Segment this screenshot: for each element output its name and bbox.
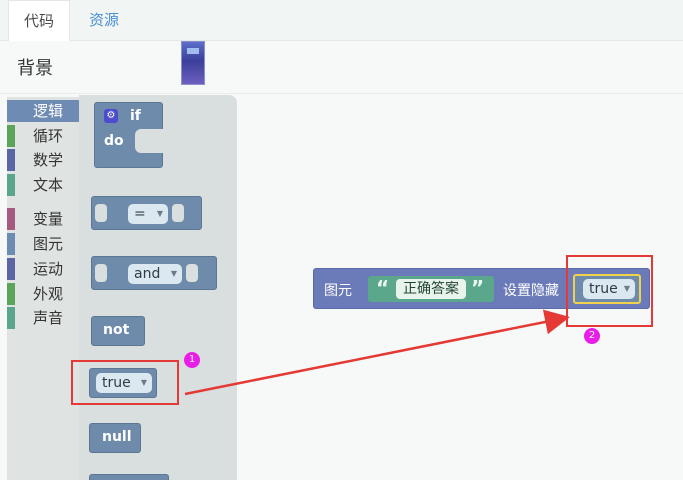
background-thumbnail[interactable] xyxy=(181,41,205,85)
category-color-bar xyxy=(7,258,15,280)
category-label: 运动 xyxy=(33,260,64,278)
input-socket xyxy=(95,204,107,222)
category-color-bar xyxy=(7,125,15,147)
category-label: 声音 xyxy=(33,309,64,327)
close-quote-icon: ” xyxy=(471,276,485,300)
input-socket xyxy=(95,264,107,282)
sprite-label: 图元 xyxy=(324,283,352,299)
category-label: 数学 xyxy=(33,151,64,169)
category-label: 图元 xyxy=(33,235,64,253)
category-color-bar xyxy=(7,307,15,329)
step-badge-2: 2 xyxy=(584,328,600,344)
do-label: do xyxy=(104,133,124,149)
logic-operation-block[interactable]: and ▼ xyxy=(91,256,217,290)
category-motion[interactable]: 运动 xyxy=(7,258,79,280)
drag-arrow xyxy=(184,309,570,396)
null-label: null xyxy=(102,429,132,445)
category-color-bar xyxy=(7,283,15,305)
category-label: 变量 xyxy=(33,210,64,228)
page-title: 背景 xyxy=(17,58,53,79)
null-block[interactable]: null xyxy=(89,423,141,453)
open-quote-icon: “ xyxy=(376,276,390,300)
tab-code[interactable]: 代码 xyxy=(8,0,70,42)
action-label: 设置隐藏 xyxy=(503,283,559,299)
category-logic[interactable]: 逻辑 xyxy=(7,100,79,122)
statement-slot xyxy=(135,129,163,153)
string-block[interactable]: “ 正确答案 ” xyxy=(368,276,494,302)
input-socket xyxy=(172,204,184,222)
not-label: not xyxy=(103,322,130,338)
category-color-bar xyxy=(7,233,15,255)
category-color-bar xyxy=(7,100,15,122)
category-label: 外观 xyxy=(33,285,64,303)
category-sprite[interactable]: 图元 xyxy=(7,233,79,255)
partial-block[interactable] xyxy=(89,474,169,480)
category-text[interactable]: 文本 xyxy=(7,174,79,196)
category-label: 逻辑 xyxy=(33,102,64,120)
category-color-bar xyxy=(7,174,15,196)
logic-operator-dropdown[interactable]: and ▼ xyxy=(128,264,182,284)
string-value[interactable]: 正确答案 xyxy=(396,279,466,299)
highlight-box-2 xyxy=(566,255,653,327)
category-variables[interactable]: 变量 xyxy=(7,208,79,230)
input-socket xyxy=(186,264,198,282)
compare-block[interactable]: = ▼ xyxy=(91,196,202,230)
compare-operator-dropdown[interactable]: = ▼ xyxy=(128,204,168,224)
category-sound[interactable]: 声音 xyxy=(7,307,79,329)
editor-tabs: 代码 资源 xyxy=(0,0,683,42)
gear-icon[interactable]: ⚙ xyxy=(104,109,118,123)
category-color-bar xyxy=(7,149,15,171)
category-label: 循环 xyxy=(33,127,64,145)
highlight-box-1 xyxy=(71,360,179,405)
category-color-bar xyxy=(7,208,15,230)
if-do-block[interactable]: ⚙ if do xyxy=(94,102,163,168)
background-header: 背景 xyxy=(0,41,683,94)
tab-assets[interactable]: 资源 xyxy=(89,0,119,41)
category-label: 文本 xyxy=(33,176,64,194)
not-block[interactable]: not xyxy=(91,316,145,346)
category-looks[interactable]: 外观 xyxy=(7,283,79,305)
category-list: 逻辑 循环 数学 文本 变量 图元 运动 外观 声音 xyxy=(7,97,79,480)
if-label: if xyxy=(130,108,141,124)
category-loop[interactable]: 循环 xyxy=(7,125,79,147)
category-math[interactable]: 数学 xyxy=(7,149,79,171)
step-badge-1: 1 xyxy=(184,352,200,368)
